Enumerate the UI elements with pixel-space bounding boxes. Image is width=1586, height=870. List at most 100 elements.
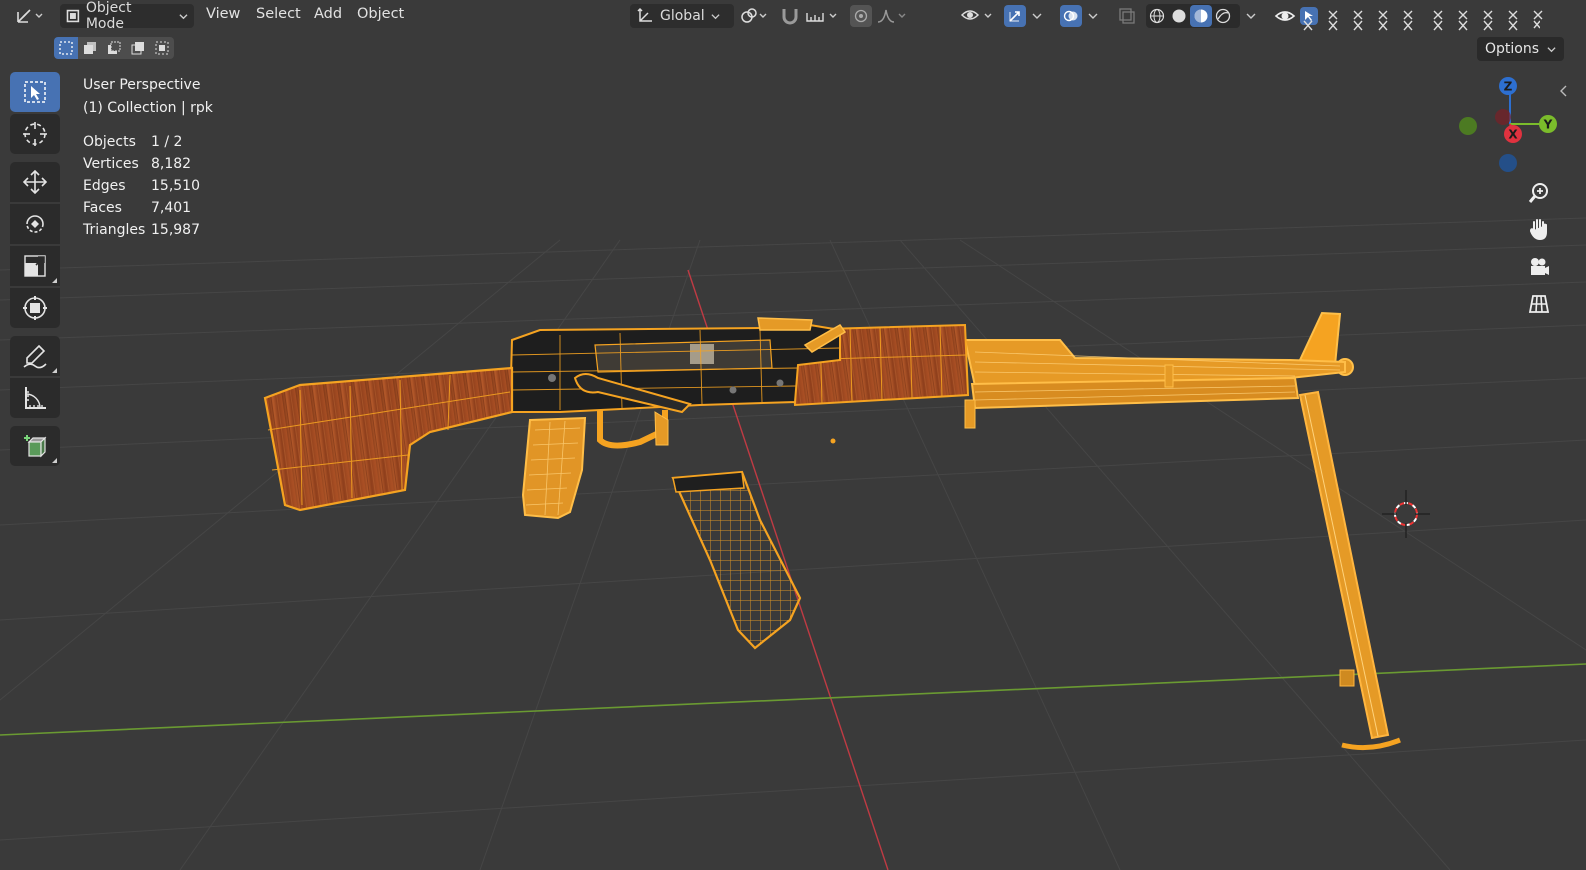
rendered-sphere-icon (1215, 8, 1231, 24)
mode-dropdown[interactable]: Object Mode (60, 0, 194, 32)
ortho-grid-icon (1528, 295, 1550, 313)
options-label: Options (1484, 41, 1539, 57)
options-dropdown[interactable]: Options (1476, 37, 1564, 61)
selectability-visibility-button[interactable] (960, 4, 998, 28)
snap-increment-icon (806, 13, 837, 22)
select-new-button[interactable] (54, 37, 78, 59)
pan-hand-icon (1529, 219, 1547, 241)
menu-object[interactable]: Object (357, 6, 404, 22)
stat-row: Faces 7,401 (83, 197, 200, 219)
pivot-icon (741, 8, 767, 23)
select-box-tool[interactable] (10, 72, 60, 112)
stat-row: Edges 15,510 (83, 175, 200, 197)
rendered-shading-button[interactable] (1212, 5, 1234, 27)
sidebar-toggle-icon[interactable] (1559, 84, 1569, 98)
magnet-icon (782, 9, 798, 25)
select-invert-button[interactable] (126, 37, 150, 59)
stat-value: 7,401 (151, 200, 192, 216)
falloff-dropdown[interactable] (876, 4, 908, 28)
select-extend-icon (84, 42, 96, 54)
measure-tool[interactable] (10, 378, 60, 418)
shading-dropdown[interactable] (1244, 4, 1258, 28)
measure-icon (25, 387, 46, 409)
object-mode-icon (66, 9, 80, 23)
wireframe-shading-button[interactable] (1146, 5, 1168, 27)
cursor-tool[interactable] (10, 114, 60, 154)
move-tool[interactable] (10, 162, 60, 202)
viewport-info: User Perspective (1) Collection | rpk (83, 74, 213, 120)
toolbar (10, 72, 62, 468)
select-mode-group (54, 37, 174, 59)
hide-in-viewport-toggle[interactable] (1274, 4, 1296, 28)
chevron-down-icon (179, 13, 188, 19)
transform-tool[interactable] (10, 288, 60, 328)
overlay-circles-icon (1063, 10, 1078, 22)
stat-label: Triangles (83, 222, 146, 238)
stat-row: Vertices 8,182 (83, 153, 200, 175)
eye-icon (1274, 11, 1296, 21)
add-cube-tool[interactable] (10, 426, 60, 466)
svg-text:Y: Y (1543, 118, 1553, 132)
scale-icon (24, 255, 46, 277)
menu-add[interactable]: Add (314, 6, 342, 22)
select-intersect-button[interactable] (150, 37, 174, 59)
restriction-x-icons (1328, 10, 1543, 20)
select-box-icon (24, 81, 46, 103)
snap-target-dropdown[interactable] (804, 4, 842, 28)
zoom-button[interactable] (1522, 176, 1556, 210)
gizmo-neg-z (1499, 154, 1517, 172)
transform-icon (23, 296, 47, 320)
xray-icon (1119, 8, 1135, 24)
chevron-down-icon (1088, 13, 1098, 19)
menu-view[interactable]: View (206, 6, 240, 22)
stat-row: Objects 1 / 2 (83, 131, 200, 153)
select-intersect-icon (155, 41, 169, 55)
scene-statistics: Objects 1 / 2 Vertices 8,182 Edges 15,51… (83, 131, 200, 241)
orientation-dropdown[interactable]: Global (630, 4, 734, 28)
rotate-tool[interactable] (10, 204, 60, 244)
orientation-label: Global (660, 8, 705, 24)
gizmo-neg-x (1495, 109, 1511, 125)
proportional-edit-toggle[interactable] (850, 4, 872, 28)
material-preview-button[interactable] (1190, 5, 1212, 27)
cursor-icon (23, 122, 47, 146)
snap-toggle[interactable] (778, 4, 802, 28)
stat-row: Triangles 15,987 (83, 219, 200, 241)
gizmo-toggle[interactable] (1004, 4, 1026, 28)
overlays-toggle[interactable] (1060, 4, 1082, 28)
pan-button[interactable] (1522, 212, 1556, 246)
wireframe-sphere-icon (1149, 8, 1165, 24)
annotate-icon (23, 344, 47, 369)
stat-value: 8,182 (151, 156, 192, 172)
zoom-icon (1528, 183, 1548, 203)
view-name: User Perspective (83, 77, 201, 93)
camera-icon (1531, 258, 1549, 275)
add-cube-icon (24, 435, 47, 458)
scale-tool[interactable] (10, 246, 60, 286)
svg-text:X: X (1508, 128, 1518, 142)
pivot-point-button[interactable] (738, 4, 770, 28)
select-extend-button[interactable] (78, 37, 102, 59)
rotate-icon (26, 215, 44, 233)
overlays-dropdown[interactable] (1086, 4, 1100, 28)
gizmo-arrow-icon (1009, 11, 1020, 22)
menu-select[interactable]: Select (256, 6, 301, 22)
editor-type-button[interactable] (14, 4, 46, 28)
select-subtract-button[interactable] (102, 37, 126, 59)
annotate-tool[interactable] (10, 336, 60, 376)
solid-shading-button[interactable] (1168, 5, 1190, 27)
xray-toggle[interactable] (1116, 4, 1138, 28)
chevron-down-icon (711, 13, 720, 19)
move-icon (22, 169, 48, 195)
eye-pointer-icon (960, 10, 992, 20)
stat-value: 15,987 (151, 222, 200, 238)
camera-view-button[interactable] (1522, 250, 1556, 284)
stat-label: Vertices (83, 156, 139, 172)
restriction-x-top[interactable] (1300, 2, 1545, 26)
ortho-toggle-button[interactable] (1522, 287, 1556, 321)
3d-viewport[interactable]: Z Y X (0, 0, 1586, 870)
mode-label: Object Mode (85, 0, 132, 32)
collection-name: (1) Collection | rpk (83, 100, 213, 116)
solid-sphere-icon (1172, 9, 1186, 23)
gizmo-dropdown[interactable] (1030, 4, 1044, 28)
